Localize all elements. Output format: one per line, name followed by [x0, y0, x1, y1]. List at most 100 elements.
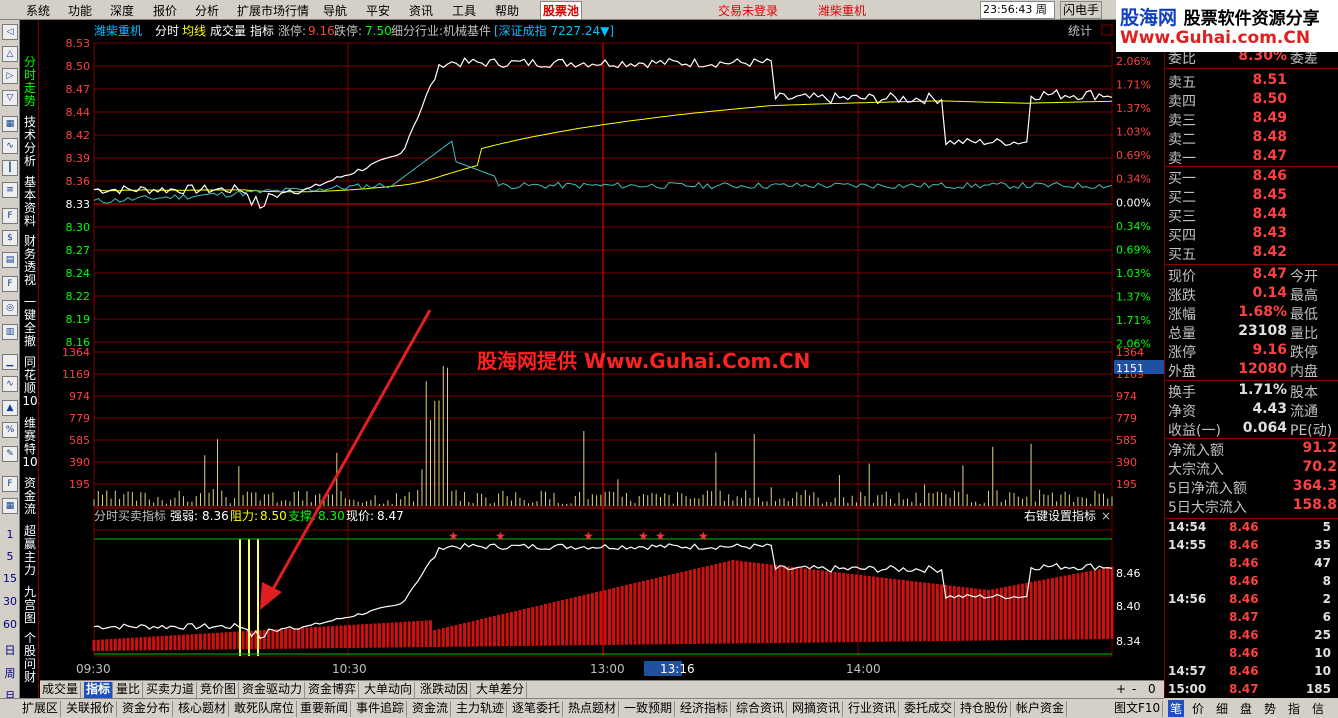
f10-icon[interactable]: F — [2, 208, 18, 224]
extension-tab[interactable]: 图文F10 — [1112, 701, 1164, 717]
chart-zoom-control[interactable]: 0 — [1146, 682, 1158, 698]
arrow-right-icon[interactable]: ▷ — [2, 68, 18, 84]
menu-quote[interactable]: 报价 — [153, 2, 177, 19]
extension-tab[interactable]: 委托成交 — [902, 701, 956, 717]
chart-zoom-control[interactable]: + — [1114, 682, 1128, 698]
indicator-name[interactable]: 分时买卖指标 — [94, 508, 166, 523]
fiz-icon[interactable]: F — [2, 276, 18, 292]
right-tab[interactable]: 笔 — [1168, 700, 1185, 717]
candle-icon[interactable]: ┃ — [2, 160, 18, 176]
menu-pingan[interactable]: 平安 — [366, 2, 390, 19]
sell-level-price[interactable]: 8.48 — [1252, 129, 1287, 145]
chart-indicator-toggle[interactable]: 指标 — [250, 23, 274, 38]
pct-icon[interactable]: % — [2, 422, 18, 438]
intraday-chart[interactable]: 潍柴重机 分时 均线 成交量 指标 涨停: 9.16 跌停: 7.50 细分行业… — [40, 20, 1164, 680]
menu-analysis[interactable]: 分析 — [195, 2, 219, 19]
extension-tab[interactable]: 综合资讯 — [734, 701, 788, 717]
sell-level-price[interactable]: 8.49 — [1252, 110, 1287, 126]
chart-avg-line[interactable]: 均线 — [182, 24, 206, 38]
window-icon[interactable] — [1101, 24, 1113, 36]
arrow-up-icon[interactable]: △ — [2, 46, 18, 62]
sell-level-price[interactable]: 8.50 — [1252, 91, 1287, 107]
indicator-tab[interactable]: 大单动向 — [362, 682, 416, 698]
grid2-icon[interactable]: ▦ — [2, 498, 18, 514]
buy-level-price[interactable]: 8.45 — [1252, 187, 1287, 203]
chart-zoom-control[interactable]: - — [1130, 682, 1138, 698]
vtab-fund-flow[interactable]: 资金流 — [22, 477, 38, 516]
extension-tab[interactable]: 敢死队席位 — [232, 701, 298, 717]
db-icon[interactable]: ▥ — [2, 324, 18, 340]
vtab-nine-grid[interactable]: 九宫图 — [22, 586, 38, 625]
extension-tab[interactable]: 一致预期 — [622, 701, 676, 717]
indicator-tab[interactable]: 大单差分 — [474, 682, 528, 698]
extension-tab[interactable]: 核心题材 — [176, 701, 230, 717]
period-5[interactable]: 5 — [0, 550, 20, 563]
extension-tab[interactable]: 主力轨迹 — [454, 701, 508, 717]
period-week[interactable]: 周 — [0, 665, 20, 681]
right-tab[interactable]: 信 — [1312, 700, 1324, 717]
vtab-cancel-all[interactable]: 一键全撤 — [22, 296, 38, 348]
pen-icon[interactable]: ✎ — [2, 446, 18, 462]
wave-icon[interactable]: ∿ — [2, 376, 18, 392]
extension-tab[interactable]: 资金流 — [410, 701, 452, 717]
zoom-icon[interactable]: ◎ — [2, 300, 18, 316]
extension-tab[interactable]: 经济指标 — [678, 701, 732, 717]
vtab-intraday[interactable]: 分时走势 — [22, 56, 38, 108]
period-15[interactable]: 15 — [0, 572, 20, 585]
vtab-super-main[interactable]: 超赢主力 — [22, 525, 38, 577]
fin-icon[interactable]: $ — [2, 230, 18, 246]
indicator-tab[interactable]: 竞价图 — [198, 682, 240, 698]
extension-tab[interactable]: 行业资讯 — [846, 701, 900, 717]
indicator-tab[interactable]: 量比 — [114, 682, 144, 698]
vtab-basic[interactable]: 基本资料 — [22, 176, 38, 228]
right-tab[interactable]: 细 — [1216, 700, 1228, 717]
vtab-finance[interactable]: 财务透视 — [22, 235, 38, 287]
tick-icon[interactable]: ≡ — [2, 182, 18, 198]
buy-level-price[interactable]: 8.46 — [1252, 168, 1287, 184]
vtab-ths10[interactable]: 同花顺10 — [22, 356, 38, 408]
sell-level-price[interactable]: 8.51 — [1252, 72, 1287, 88]
trade-login-status[interactable]: 交易未登录 — [718, 2, 778, 19]
indicator-tab[interactable]: 资金博弈 — [306, 682, 360, 698]
extension-tab[interactable]: 事件追踪 — [354, 701, 408, 717]
menu-stock-pool[interactable]: 股票池 — [540, 1, 583, 20]
indicator-close-icon[interactable]: × — [1101, 509, 1111, 523]
arrow-down-icon[interactable]: ▽ — [2, 90, 18, 106]
buy-level-price[interactable]: 8.42 — [1252, 244, 1287, 260]
buy-level-price[interactable]: 8.44 — [1252, 206, 1287, 222]
period-1[interactable]: 1 — [0, 528, 20, 541]
flash-trade-button[interactable]: 闪电手 — [1060, 1, 1102, 19]
extension-tab[interactable]: 热点题材 — [566, 701, 620, 717]
menu-info[interactable]: 资讯 — [409, 2, 433, 19]
chart-icon[interactable]: ▲ — [2, 400, 18, 416]
fs-icon[interactable]: F — [2, 476, 18, 492]
vtab-wencai[interactable]: 个股问财 — [22, 632, 38, 684]
volume-icon[interactable]: ▁ — [2, 354, 18, 370]
doc-icon[interactable]: ▤ — [2, 252, 18, 268]
indicator-tab[interactable]: 指标 — [84, 682, 114, 698]
extension-tab[interactable]: 关联报价 — [64, 701, 118, 717]
extension-tab[interactable]: 扩展区 — [20, 701, 62, 717]
line-icon[interactable]: ∿ — [2, 138, 18, 154]
indicator-tab[interactable]: 涨跌动因 — [418, 682, 472, 698]
vtab-technical[interactable]: 技术分析 — [22, 116, 38, 168]
vtab-wst10[interactable]: 维赛特10 — [22, 417, 38, 469]
extension-tab[interactable]: 资金分布 — [120, 701, 174, 717]
grid-icon[interactable]: ▦ — [2, 116, 18, 132]
indicator-settings[interactable]: 右键设置指标 — [1024, 508, 1096, 523]
sell-level-price[interactable]: 8.47 — [1252, 148, 1287, 164]
period-day[interactable]: 日 — [0, 642, 20, 658]
menu-tools[interactable]: 工具 — [452, 2, 476, 19]
menu-help[interactable]: 帮助 — [495, 2, 519, 19]
menu-depth[interactable]: 深度 — [110, 2, 134, 19]
menu-system[interactable]: 系统 — [26, 2, 50, 19]
menu-function[interactable]: 功能 — [68, 2, 92, 19]
stat-button[interactable]: 统计 — [1068, 24, 1092, 38]
menu-nav[interactable]: 导航 — [323, 2, 347, 19]
extension-tab[interactable]: 逐笔委托 — [510, 701, 564, 717]
period-60[interactable]: 60 — [0, 618, 20, 631]
indicator-tab[interactable]: 买卖力道 — [144, 682, 198, 698]
indicator-tab[interactable]: 成交量 — [40, 682, 82, 698]
right-tab[interactable]: 盘 — [1240, 700, 1252, 717]
indicator-tab[interactable]: 资金驱动力 — [240, 682, 306, 698]
